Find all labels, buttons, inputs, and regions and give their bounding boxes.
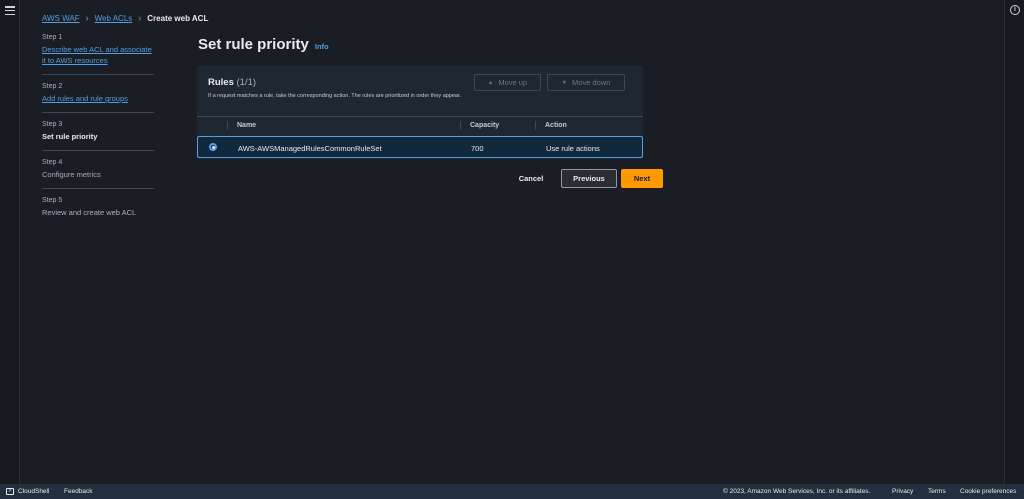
- step-1-link[interactable]: Describe web ACL and associate it to AWS…: [42, 44, 154, 66]
- step-2: Step 2 Add rules and rule groups: [42, 83, 154, 113]
- breadcrumb-web-acls[interactable]: Web ACLs: [95, 14, 133, 23]
- move-up-label: Move up: [498, 78, 528, 87]
- column-divider: [535, 121, 536, 130]
- step-1: Step 1 Describe web ACL and associate it…: [42, 34, 154, 75]
- info-icon[interactable]: i: [1010, 5, 1020, 15]
- cloudshell-link[interactable]: CloudShell: [18, 488, 49, 495]
- step-4-label: Configure metrics: [42, 170, 101, 179]
- step-number: Step 3: [42, 121, 63, 128]
- caret-down-icon: ▼: [561, 79, 568, 86]
- rule-action: Use rule actions: [546, 144, 600, 153]
- rules-description: If a request matches a rule, take the co…: [208, 93, 462, 99]
- column-header-name[interactable]: Name: [237, 122, 256, 129]
- chevron-right-icon: ›: [138, 13, 142, 23]
- wizard-steps: Step 1 Describe web ACL and associate it…: [42, 34, 154, 234]
- left-rail: [0, 0, 20, 484]
- chevron-right-icon: ›: [85, 13, 89, 23]
- step-number: Step 5: [42, 197, 63, 204]
- row-radio-button[interactable]: [209, 143, 217, 151]
- rules-title-text: Rules: [208, 77, 234, 88]
- column-header-action[interactable]: Action: [545, 122, 567, 129]
- rules-header: Rules (1/1) If a request matches a rule,…: [208, 77, 461, 99]
- step-3: Step 3 Set rule priority: [42, 121, 154, 151]
- cookie-preferences-link[interactable]: Cookie preferences: [960, 488, 1016, 495]
- step-number: Step 4: [42, 159, 63, 166]
- privacy-link[interactable]: Privacy: [892, 488, 913, 495]
- rule-name: AWS-AWSManagedRulesCommonRuleSet: [238, 144, 382, 153]
- column-header-capacity[interactable]: Capacity: [470, 122, 499, 129]
- step-number: Step 2: [42, 83, 63, 90]
- breadcrumb: AWS WAF › Web ACLs › Create web ACL: [42, 13, 208, 23]
- rules-title: Rules (1/1): [208, 77, 461, 88]
- copyright-text: © 2023, Amazon Web Services, Inc. or its…: [723, 488, 871, 495]
- footer: > CloudShell Feedback © 2023, Amazon Web…: [0, 484, 1024, 499]
- step-5: Step 5 Review and create web ACL: [42, 197, 154, 226]
- right-rail: i: [1004, 0, 1024, 484]
- feedback-link[interactable]: Feedback: [64, 488, 93, 495]
- main-content: AWS WAF › Web ACLs › Create web ACL Step…: [20, 0, 1004, 484]
- step-number: Step 1: [42, 34, 63, 41]
- step-2-link[interactable]: Add rules and rule groups: [42, 93, 154, 104]
- previous-button[interactable]: Previous: [561, 169, 617, 188]
- cloudshell-icon[interactable]: >: [6, 487, 14, 495]
- page-title: Set rule priority Info: [198, 36, 329, 53]
- next-button[interactable]: Next: [621, 169, 663, 188]
- rules-count: (1/1): [236, 77, 257, 88]
- page-title-text: Set rule priority: [198, 36, 309, 53]
- breadcrumb-current: Create web ACL: [147, 13, 209, 23]
- move-down-button[interactable]: ▼ Move down: [547, 74, 625, 91]
- breadcrumb-aws-waf[interactable]: AWS WAF: [42, 14, 80, 23]
- rule-capacity: 700: [471, 144, 484, 153]
- column-divider: [227, 121, 228, 130]
- move-down-label: Move down: [572, 78, 611, 87]
- table-header: Name Capacity Action: [197, 116, 643, 134]
- cancel-button[interactable]: Cancel: [516, 172, 546, 186]
- rules-panel: Rules (1/1) If a request matches a rule,…: [197, 66, 643, 159]
- info-link[interactable]: Info: [315, 42, 329, 51]
- terms-link[interactable]: Terms: [928, 488, 946, 495]
- table-row[interactable]: AWS-AWSManagedRulesCommonRuleSet 700 Use…: [197, 136, 643, 158]
- step-3-current: Set rule priority: [42, 132, 98, 141]
- step-5-label: Review and create web ACL: [42, 208, 137, 217]
- menu-icon[interactable]: [5, 6, 15, 15]
- step-4: Step 4 Configure metrics: [42, 159, 154, 189]
- column-divider: [460, 121, 461, 130]
- caret-up-icon: ▲: [487, 79, 494, 86]
- move-up-button[interactable]: ▲ Move up: [474, 74, 541, 91]
